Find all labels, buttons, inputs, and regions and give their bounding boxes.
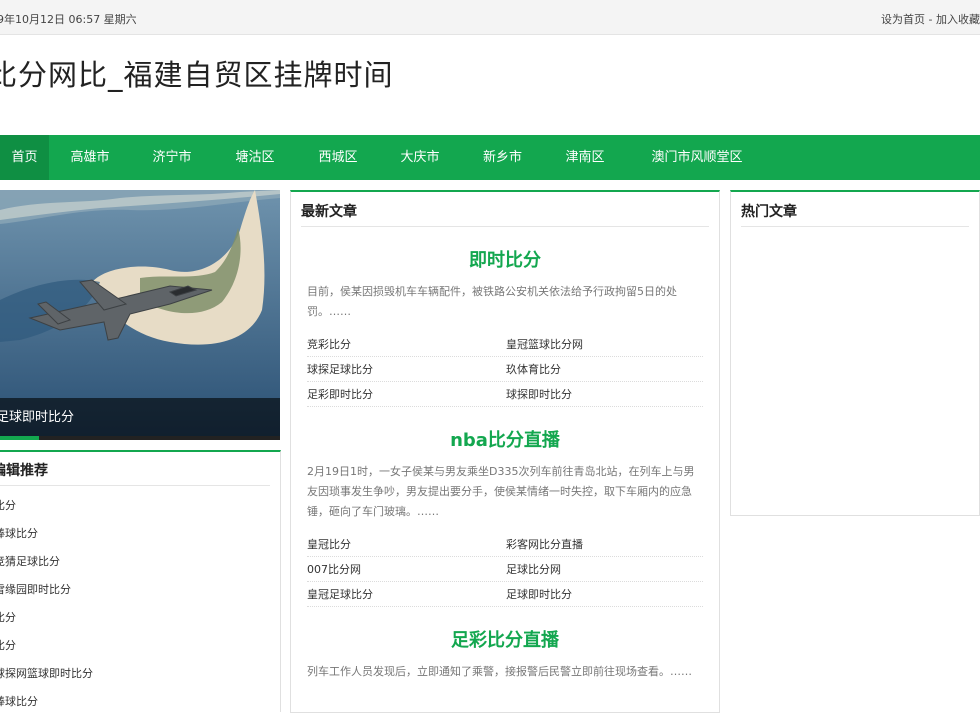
article-link[interactable]: 球探即时比分 <box>506 386 572 402</box>
top-links: 设为首页 - 加入收藏 <box>881 11 980 27</box>
nav-item-daqing[interactable]: 大庆市 <box>379 135 461 180</box>
divider <box>301 226 709 227</box>
editor-picks-heading: 编辑推荐 <box>0 463 48 479</box>
bookmark-link[interactable]: 加入收藏 <box>936 13 980 26</box>
article-summary: 目前，侯某因损毁机车车辆配件，被铁路公安机关依法给予行政拘留5日的处罚。…… <box>307 285 677 318</box>
link-separator: - <box>925 13 936 26</box>
list-item[interactable]: 比分 <box>0 604 93 632</box>
latest-articles-heading: 最新文章 <box>301 204 357 220</box>
top-bar: 9年10月12日 06:57 星期六 设为首页 - 加入收藏 <box>0 0 980 35</box>
article-link[interactable]: 皇冠比分 <box>307 536 351 552</box>
article-link-row: 皇冠比分 彩客网比分直播 <box>307 531 703 557</box>
article-link[interactable]: 球探足球比分 <box>307 361 373 377</box>
list-item[interactable]: 比分 <box>0 492 93 520</box>
article-link[interactable]: 皇冠足球比分 <box>307 586 373 602</box>
article-link[interactable]: 足球即时比分 <box>506 586 572 602</box>
hot-articles-box: 热门文章 <box>730 190 980 516</box>
current-date: 9年10月12日 06:57 星期六 <box>0 13 137 26</box>
list-item[interactable]: 比分 <box>0 632 93 660</box>
editor-picks-box: 编辑推荐 比分 棒球比分 竞猜足球比分 雪缘园即时比分 比分 比分 球探网篮球即… <box>0 450 281 712</box>
nav-item-jining[interactable]: 济宁市 <box>131 135 213 180</box>
hot-articles-heading: 热门文章 <box>741 204 797 220</box>
article-link[interactable]: 足彩即时比分 <box>307 386 373 402</box>
article-link-row: 竞彩比分 皇冠篮球比分网 <box>307 331 703 357</box>
list-item[interactable]: 棒球比分 <box>0 688 93 716</box>
nav-item-macau[interactable]: 澳门市风顺堂区 <box>626 135 768 180</box>
slider-caption[interactable]: 足球即时比分 <box>0 398 280 438</box>
article-link[interactable]: 足球比分网 <box>506 561 561 577</box>
main-nav: 首页 高雄市 济宁市 塘沽区 西城区 大庆市 新乡市 津南区 澳门市风顺堂区 <box>0 135 980 180</box>
latest-articles-box: 最新文章 即时比分 目前，侯某因损毁机车车辆配件，被铁路公安机关依法给予行政拘留… <box>290 190 720 713</box>
list-item[interactable]: 竞猜足球比分 <box>0 548 93 576</box>
article-link[interactable]: 皇冠篮球比分网 <box>506 336 583 352</box>
editor-picks-list: 比分 棒球比分 竞猜足球比分 雪缘园即时比分 比分 比分 球探网篮球即时比分 棒… <box>0 492 93 716</box>
article-link[interactable]: 007比分网 <box>307 561 361 577</box>
slider-progress-fill <box>0 436 40 440</box>
article-link[interactable]: 玖体育比分 <box>506 361 561 377</box>
article-title[interactable]: 即时比分 <box>291 246 719 272</box>
list-item[interactable]: 雪缘园即时比分 <box>0 576 93 604</box>
set-homepage-link[interactable]: 设为首页 <box>881 13 925 26</box>
nav-item-home[interactable]: 首页 <box>0 135 49 180</box>
article-link-row: 球探足球比分 玖体育比分 <box>307 356 703 382</box>
nav-item-tanggu[interactable]: 塘沽区 <box>213 135 297 180</box>
list-item[interactable]: 棒球比分 <box>0 520 93 548</box>
site-title[interactable]: 比分网比_福建自贸区挂牌时间 <box>0 52 394 94</box>
nav-item-gaoxiong[interactable]: 高雄市 <box>49 135 131 180</box>
article-link-row: 足彩即时比分 球探即时比分 <box>307 381 703 407</box>
divider <box>741 226 969 227</box>
nav-item-jinnan[interactable]: 津南区 <box>544 135 626 180</box>
article-link-row: 007比分网 足球比分网 <box>307 556 703 582</box>
article-title[interactable]: 足彩比分直播 <box>291 626 719 652</box>
article-link-row: 皇冠足球比分 足球即时比分 <box>307 581 703 607</box>
article-link[interactable]: 竞彩比分 <box>307 336 351 352</box>
nav-item-xicheng[interactable]: 西城区 <box>297 135 379 180</box>
divider <box>0 485 270 486</box>
list-item[interactable]: 球探网篮球即时比分 <box>0 660 93 688</box>
article-summary: 2月19日1时，一女子侯某与男友乘坐D335次列车前往青岛北站，在列车上与男友因… <box>307 465 695 518</box>
nav-item-xinxiang[interactable]: 新乡市 <box>461 135 544 180</box>
slider-progress-track <box>0 436 280 440</box>
article-summary: 列车工作人员发现后，立即通知了乘警，接报警后民警立即前往现场查看。…… <box>307 665 692 678</box>
article-title[interactable]: nba比分直播 <box>291 426 719 452</box>
featured-slider[interactable]: 足球即时比分 <box>0 190 280 440</box>
article-link[interactable]: 彩客网比分直播 <box>506 536 583 552</box>
